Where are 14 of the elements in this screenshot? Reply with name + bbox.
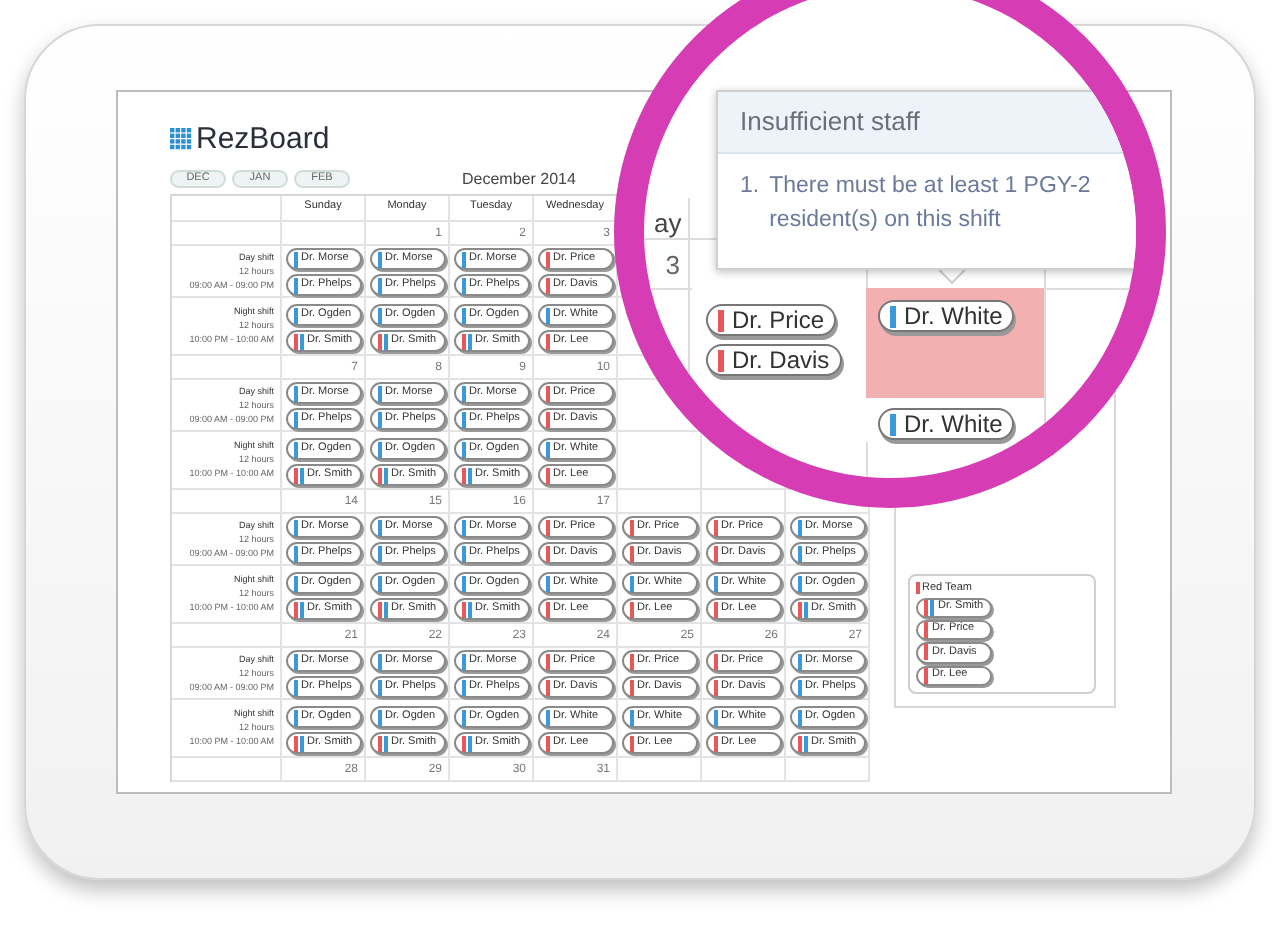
- warning-message: There must be at least 1 PGY-2 resident(s) on this shift: [769, 172, 1093, 236]
- doctor-chip[interactable]: Dr. Price: [706, 304, 837, 336]
- date-number: 3: [663, 252, 680, 278]
- shift-cell[interactable]: Dr. White: [866, 288, 1044, 398]
- grid-logo-icon: [170, 127, 192, 149]
- doctor-chip[interactable]: Dr. White: [878, 300, 1015, 332]
- calendar-title: December 2014: [462, 172, 576, 188]
- weekday-header: ay: [654, 210, 682, 236]
- list-number: 1.: [740, 172, 760, 202]
- doctor-chip[interactable]: Dr. White: [878, 408, 1015, 440]
- doctor-chip[interactable]: Dr. Davis: [706, 344, 842, 376]
- shift-cell[interactable]: Dr. White: [866, 398, 1010, 442]
- shift-cell[interactable]: Dr. Price Dr. Davis: [692, 288, 866, 376]
- app-logo: RezBoard: [196, 123, 330, 153]
